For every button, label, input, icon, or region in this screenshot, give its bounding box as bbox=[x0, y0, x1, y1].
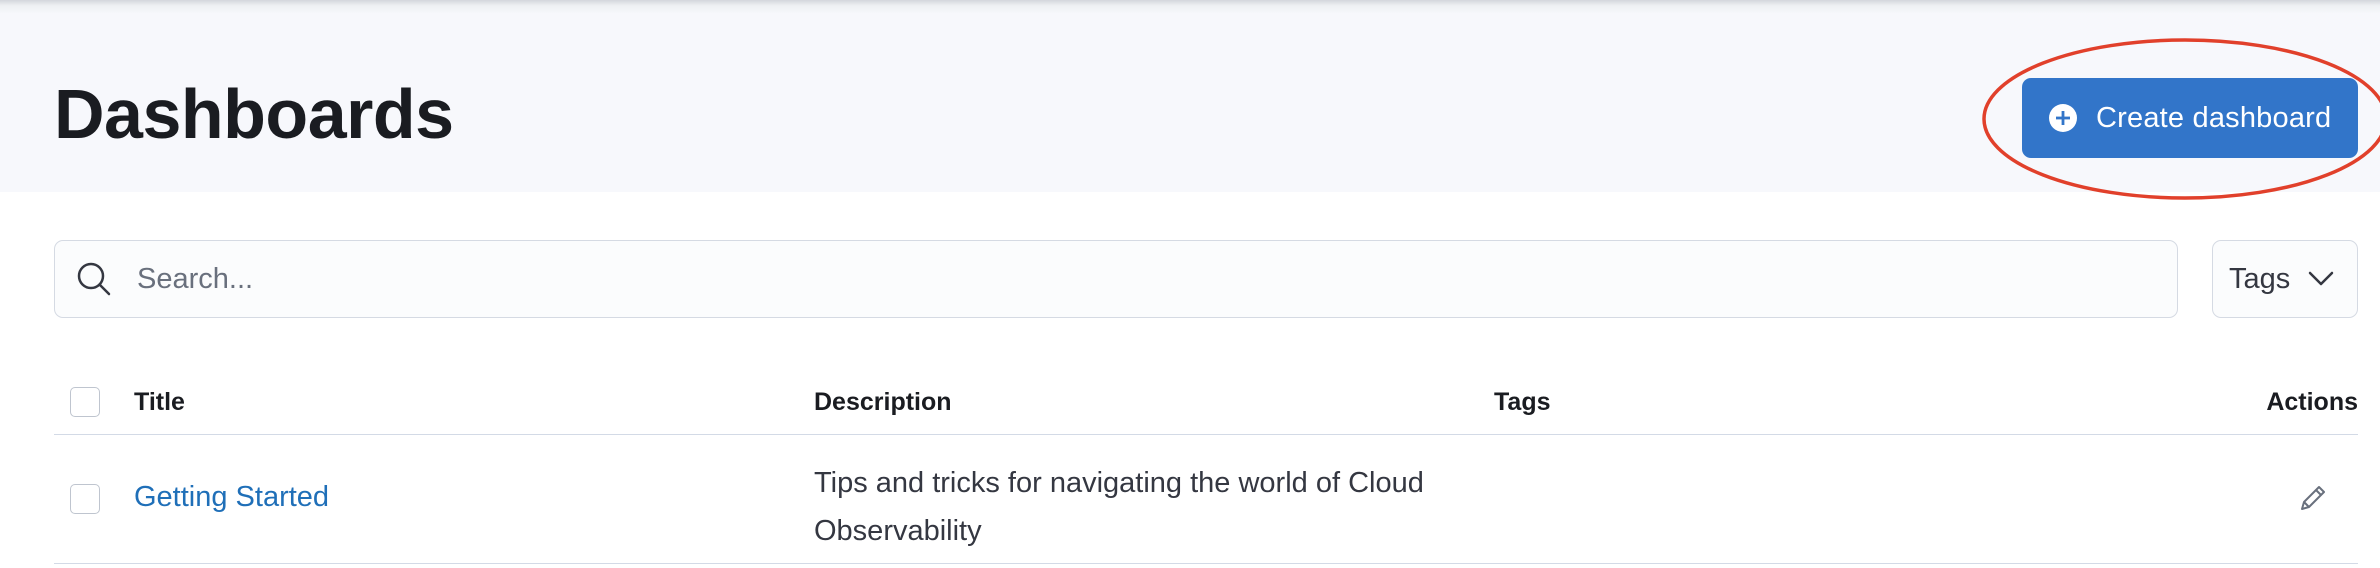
table-row: Getting Started Tips and tricks for navi… bbox=[54, 435, 2358, 564]
plus-circle-icon bbox=[2049, 104, 2077, 132]
create-dashboard-button[interactable]: Create dashboard bbox=[2022, 78, 2358, 158]
select-all-checkbox[interactable] bbox=[70, 387, 100, 417]
column-header-description: Description bbox=[814, 388, 952, 416]
dashboard-title-link[interactable]: Getting Started bbox=[134, 481, 329, 514]
page-header: Dashboards Create dashboard bbox=[0, 14, 2380, 200]
search-input[interactable] bbox=[135, 261, 2039, 297]
row-select-checkbox[interactable] bbox=[70, 484, 100, 514]
column-header-tags: Tags bbox=[1494, 388, 1551, 416]
chevron-down-icon bbox=[2309, 271, 2334, 286]
search-field[interactable] bbox=[54, 240, 2178, 318]
top-nav-shadow bbox=[0, 0, 2380, 14]
create-dashboard-label: Create dashboard bbox=[2096, 101, 2332, 134]
tags-filter-button[interactable]: Tags bbox=[2212, 240, 2358, 318]
column-header-actions: Actions bbox=[2266, 388, 2358, 416]
table-header-row: Title Description Tags Actions bbox=[54, 370, 2358, 435]
page-title: Dashboards bbox=[54, 75, 454, 153]
column-header-title[interactable]: Title bbox=[134, 388, 185, 417]
dashboards-table: Title Description Tags Actions Getting S… bbox=[54, 370, 2358, 564]
search-icon bbox=[77, 262, 111, 296]
tags-filter-label: Tags bbox=[2229, 262, 2291, 295]
dashboard-description: Tips and tricks for navigating the world… bbox=[814, 467, 1424, 547]
pencil-icon[interactable] bbox=[2296, 481, 2330, 515]
